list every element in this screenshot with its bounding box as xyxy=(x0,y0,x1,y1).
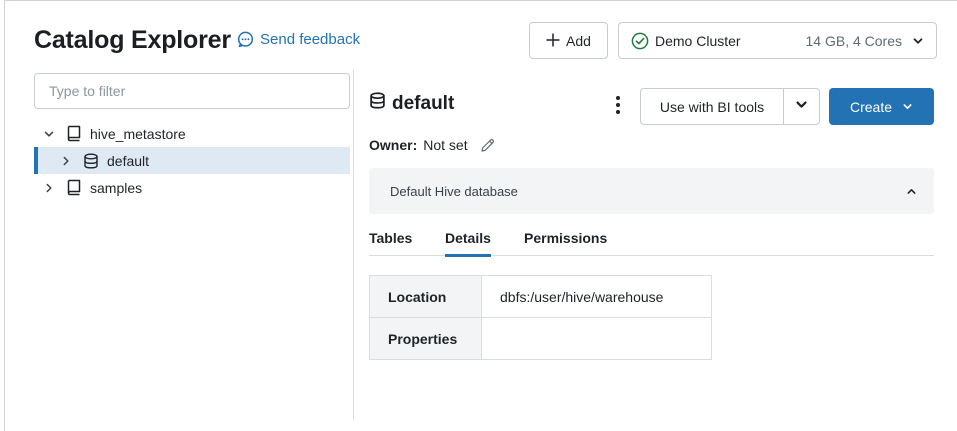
description-text: Default Hive database xyxy=(390,183,518,199)
detail-key: Location xyxy=(369,275,482,318)
table-row: Properties xyxy=(369,317,712,360)
chevron-down-icon xyxy=(902,99,913,115)
app-frame xyxy=(4,0,957,431)
panel-divider[interactable] xyxy=(353,70,354,420)
tree-item-label: samples xyxy=(90,179,143,196)
database-icon xyxy=(83,153,99,169)
page-title: Catalog Explorer xyxy=(34,26,231,54)
owner-row: Owner: Not set xyxy=(369,137,495,153)
feedback-icon xyxy=(237,31,254,48)
cluster-spec: 14 GB, 4 Cores xyxy=(805,32,903,49)
owner-value: Not set xyxy=(423,137,468,153)
table-row: Location dbfs:/user/hive/warehouse xyxy=(369,275,712,318)
bi-tools-split-button: Use with BI tools xyxy=(640,88,820,125)
database-name: default xyxy=(392,92,455,114)
database-icon xyxy=(369,92,386,115)
send-feedback-label: Send feedback xyxy=(260,31,361,48)
pencil-icon[interactable] xyxy=(480,138,495,153)
detail-key: Properties xyxy=(369,317,482,360)
create-button[interactable]: Create xyxy=(829,88,934,125)
detail-value: dbfs:/user/hive/warehouse xyxy=(481,275,712,318)
chevron-down-icon xyxy=(912,35,924,47)
catalog-icon xyxy=(66,179,82,196)
use-with-bi-tools-button[interactable]: Use with BI tools xyxy=(641,89,783,124)
detail-value xyxy=(481,317,712,360)
details-table: Location dbfs:/user/hive/warehouse Prope… xyxy=(369,275,712,360)
more-options-icon[interactable] xyxy=(611,94,625,116)
chevron-down-icon xyxy=(795,98,808,116)
filter-input[interactable] xyxy=(34,73,350,109)
chevron-down-icon[interactable] xyxy=(40,128,58,140)
tree-item-default[interactable]: default xyxy=(34,147,350,174)
chevron-right-icon[interactable] xyxy=(40,182,58,194)
tree-item-label: default xyxy=(107,152,150,169)
chevron-up-icon[interactable] xyxy=(906,186,917,197)
chevron-right-icon[interactable] xyxy=(57,155,75,167)
add-label: Add xyxy=(566,32,591,49)
check-circle-icon xyxy=(631,32,649,50)
tab-tables[interactable]: Tables xyxy=(369,230,412,256)
tab-bar: Tables Details Permissions xyxy=(369,228,934,257)
add-button[interactable]: Add xyxy=(529,22,608,59)
description-panel: Default Hive database xyxy=(369,168,934,214)
catalog-icon xyxy=(66,125,82,142)
tree-item-hive-metastore[interactable]: hive_metastore xyxy=(40,120,186,147)
database-title: default xyxy=(369,92,454,115)
tab-permissions[interactable]: Permissions xyxy=(524,230,607,256)
owner-label: Owner: xyxy=(369,137,418,153)
create-label: Create xyxy=(849,98,893,115)
plus-icon xyxy=(546,31,560,51)
tree-item-samples[interactable]: samples xyxy=(40,174,142,201)
tree-item-label: hive_metastore xyxy=(90,125,186,142)
bi-tools-dropdown-button[interactable] xyxy=(783,89,819,124)
cluster-selector[interactable]: Demo Cluster 14 GB, 4 Cores xyxy=(618,22,937,59)
send-feedback-link[interactable]: Send feedback xyxy=(237,31,360,48)
cluster-name: Demo Cluster xyxy=(655,32,741,49)
tab-details[interactable]: Details xyxy=(445,230,491,257)
